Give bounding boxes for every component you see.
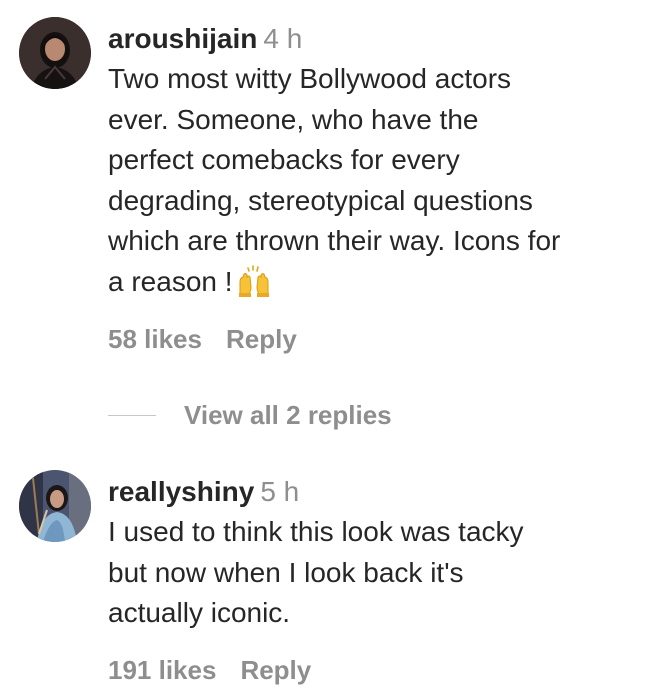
comment-text: I used to think this look was tacky but … — [108, 512, 653, 634]
comment-text-line: Two most witty Bollywood actors — [108, 63, 512, 94]
comment-text-line: degrading, stereotypical questions — [108, 184, 533, 216]
avatar-photo — [19, 17, 91, 89]
comment-actions: 58 likes Reply — [108, 324, 297, 355]
divider-line — [108, 414, 156, 416]
comment-header: reallyshiny 5 h — [108, 474, 653, 510]
comment-text: Two most witty Bollywood actors ever. So… — [108, 59, 653, 308]
comment-text-line: actually iconic. — [108, 597, 291, 628]
comment-username[interactable]: reallyshiny — [108, 476, 254, 507]
comment-text-line: perfect comebacks for every — [108, 144, 460, 175]
reply-button[interactable]: Reply — [240, 655, 311, 685]
comment-text-line-last: a reason ! — [108, 262, 653, 309]
avatar[interactable] — [19, 470, 91, 542]
comment-body: aroushijain 4 h Two most witty Bollywood … — [108, 21, 653, 308]
comment-text-line: I used to think this look was tacky — [108, 516, 524, 547]
comment-actions: 191 likes Reply — [108, 655, 311, 686]
avatar[interactable] — [19, 17, 91, 89]
comment-timestamp[interactable]: 5 h — [260, 476, 299, 507]
comment-timestamp[interactable]: 4 h — [263, 23, 302, 54]
avatar-photo — [19, 470, 91, 542]
raising-hands-emoji-icon — [237, 264, 271, 309]
view-replies-button[interactable]: View all 2 replies — [108, 398, 392, 432]
comment-text-line: ever. Someone, who have the — [108, 103, 479, 135]
comment-body: reallyshiny 5 h I used to think this look… — [108, 474, 653, 634]
likes-count[interactable]: 58 likes — [108, 324, 202, 354]
view-replies-label: View all 2 replies — [184, 399, 392, 430]
comment-username[interactable]: aroushijain — [108, 23, 257, 54]
comment-text-line: but now when I look back it's — [108, 556, 464, 588]
comment-header: aroushijain 4 h — [108, 21, 653, 57]
comment-text-line: which are thrown their way. Icons for — [108, 225, 561, 256]
reply-button[interactable]: Reply — [226, 324, 297, 354]
likes-count[interactable]: 191 likes — [108, 655, 216, 685]
comment-text-last-words: a reason ! — [108, 265, 233, 297]
